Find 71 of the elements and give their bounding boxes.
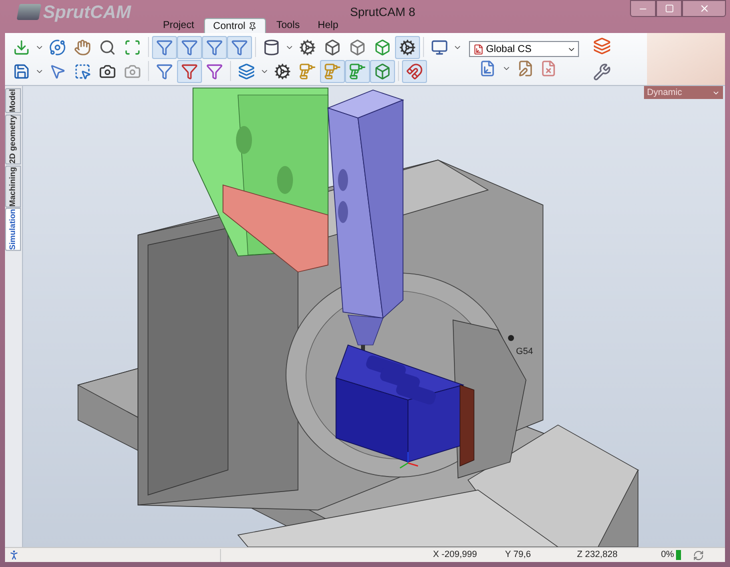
color-map-icon	[593, 37, 611, 55]
funnel-icon	[156, 62, 173, 80]
maximize-icon	[664, 4, 674, 13]
layers-icon	[238, 62, 255, 80]
figure-icon	[8, 549, 20, 561]
cube-icon	[349, 38, 366, 56]
view-mode-value: Dynamic	[647, 86, 682, 99]
caret-icon	[502, 64, 511, 73]
camera-icon	[99, 62, 116, 80]
drill-icon	[324, 62, 341, 80]
funnel-icon	[181, 62, 198, 80]
gear-icon	[399, 38, 416, 56]
menu-tab[interactable]: Tools	[268, 18, 308, 33]
axes-document-icon	[479, 60, 496, 77]
3d-viewport[interactable]: G54 Dynamic	[23, 86, 725, 547]
y-coordinate: Y 79,6	[505, 548, 532, 562]
logo-icon	[16, 4, 42, 20]
x-coordinate: X -209,999	[433, 548, 478, 562]
side-tab[interactable]: Model	[5, 88, 21, 114]
drill-icon	[299, 62, 316, 80]
view-mode-dropdown[interactable]: Dynamic	[644, 86, 723, 99]
hand-icon	[74, 38, 91, 56]
side-tab[interactable]: Simulation	[5, 208, 21, 252]
funnel-icon	[156, 38, 173, 56]
coordinate-system-dropdown[interactable]: Global CS	[469, 41, 579, 57]
gear-icon	[274, 62, 291, 80]
pin-icon	[248, 22, 258, 30]
funnel-icon	[231, 38, 248, 56]
menu-tab[interactable]: Project	[155, 18, 202, 33]
side-tab[interactable]: 2D geometry	[5, 114, 21, 165]
select-rectangle-icon	[74, 62, 91, 80]
wrench-icon	[593, 63, 611, 81]
cube-icon	[374, 62, 391, 80]
axes-icon	[473, 44, 484, 54]
maximize-button[interactable]	[656, 0, 682, 17]
fit-frame-icon	[124, 38, 141, 56]
app-logo: SprutCAM	[43, 2, 131, 22]
coordinate-system-value: Global CS	[486, 42, 533, 56]
gear-icon	[299, 38, 316, 56]
drill-icon	[349, 62, 366, 80]
cylinder-icon	[263, 38, 280, 56]
toolbar-button[interactable]	[177, 60, 202, 82]
cursor-icon	[49, 62, 66, 80]
search-icon	[99, 38, 116, 56]
magnet-icon	[406, 62, 423, 80]
close-button[interactable]	[682, 0, 726, 17]
close-icon	[698, 3, 710, 14]
sync-icon	[693, 550, 704, 560]
toolbar-button[interactable]	[395, 36, 420, 58]
origin-label: G54	[516, 346, 534, 356]
document-delete-icon	[540, 60, 557, 77]
menu-tab[interactable]: Control	[204, 18, 266, 33]
side-tab[interactable]: Machining	[5, 166, 21, 208]
orbit-icon	[49, 38, 66, 56]
window-title: SprutCAM 8	[350, 4, 416, 21]
monitor-icon	[431, 38, 448, 56]
funnel-icon	[181, 38, 198, 56]
z-coordinate: Z 232,828	[577, 548, 619, 562]
cube-icon	[374, 38, 391, 56]
save-icon	[13, 62, 30, 80]
camera-icon	[124, 62, 141, 80]
progress-percent: 0%	[661, 548, 674, 562]
download-icon	[13, 38, 30, 56]
progress-indicator-icon	[676, 550, 682, 560]
minimize-button[interactable]	[630, 0, 656, 17]
toolbar-button[interactable]	[402, 60, 427, 82]
cube-icon	[324, 38, 341, 56]
menu-tab[interactable]: Help	[310, 18, 346, 33]
funnel-icon	[206, 62, 223, 80]
document-edit-icon	[517, 60, 534, 77]
funnel-icon	[206, 38, 223, 56]
